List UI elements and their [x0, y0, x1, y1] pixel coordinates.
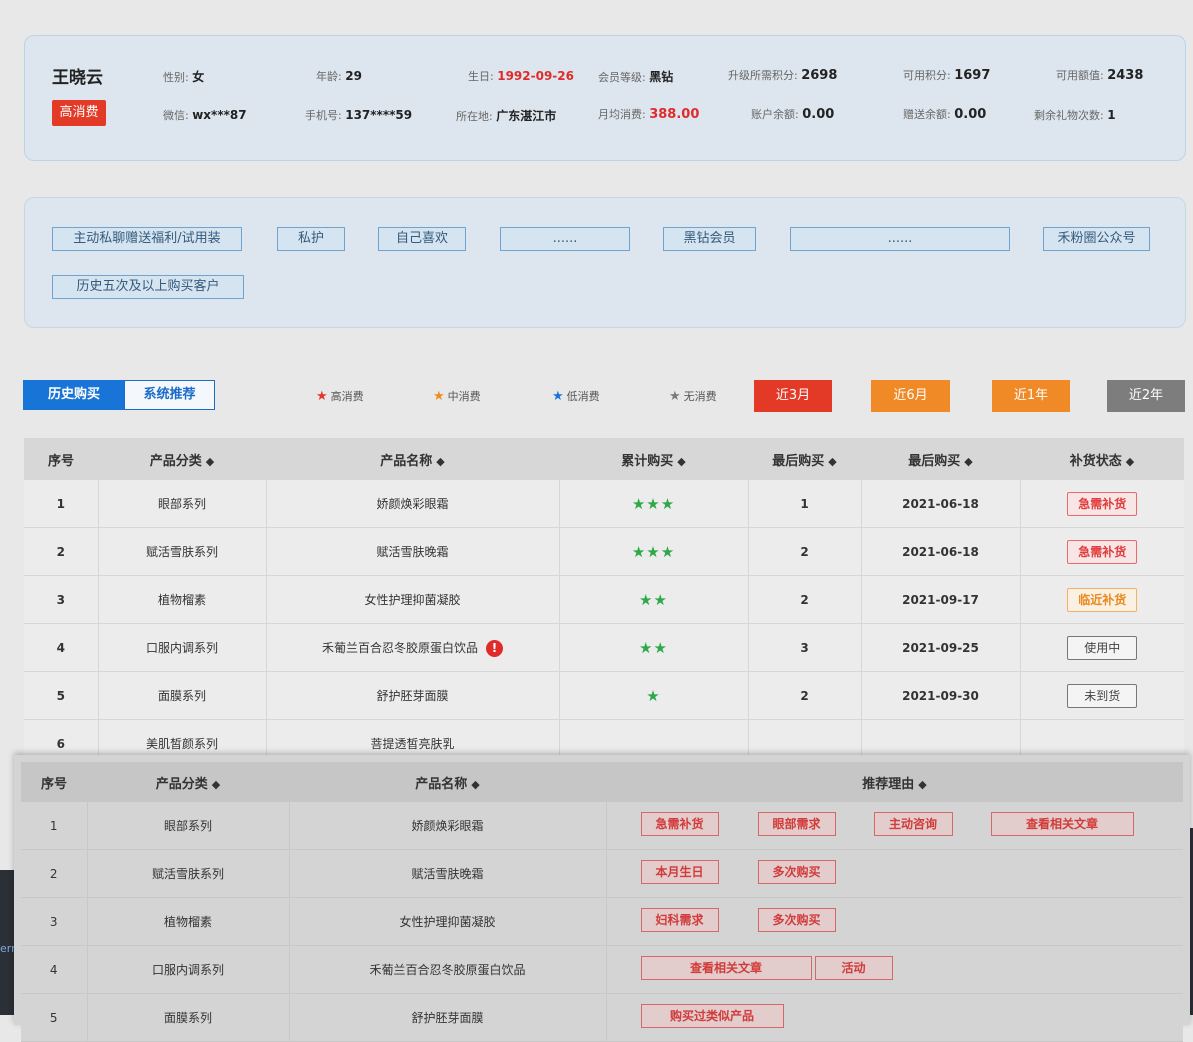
table-row[interactable]: 2 赋活雪肤系列 赋活雪肤晚霜 ★★★ 2 2021-06-18 急需补货: [24, 527, 1184, 576]
reason-tag[interactable]: 妇科需求: [640, 908, 719, 932]
sort-icon[interactable]: ◆: [828, 455, 836, 468]
reason-tag[interactable]: 多次购买: [757, 860, 836, 884]
col-header-category[interactable]: 产品分类 ◆: [98, 438, 266, 480]
reason-tag[interactable]: 查看相关文章: [640, 956, 812, 980]
reason-tag[interactable]: 本月生日: [640, 860, 719, 884]
rating-stars: ★★: [639, 590, 668, 609]
consumption-level-badge: 高消费: [52, 100, 106, 126]
restock-status-badge[interactable]: 临近补货: [1067, 587, 1138, 612]
gifts-left-field: 剩余礼物次数: 1: [1034, 108, 1116, 122]
location-field: 所在地: 广东湛江市: [456, 109, 557, 123]
tag-item[interactable]: 黑钻会员: [663, 227, 756, 251]
available-amount-field: 可用额值: 2438: [1056, 68, 1144, 83]
member-level-field: 会员等级: 黑钻: [598, 70, 674, 84]
reason-tag[interactable]: 多次购买: [757, 908, 836, 932]
phone-field: 手机号: 137****59: [305, 108, 413, 122]
reason-tag[interactable]: 购买过类似产品: [640, 1004, 784, 1028]
tag-item[interactable]: 主动私聊赠送福利/试用装: [52, 227, 242, 251]
gift-balance-field: 赠送余额: 0.00: [903, 107, 987, 122]
birthday-field: 生日: 1992-09-26: [468, 69, 574, 83]
reason-tag[interactable]: 眼部需求: [757, 812, 836, 836]
restock-status-badge[interactable]: 使用中: [1067, 635, 1138, 660]
table-row[interactable]: 1 眼部系列 娇颜焕彩眼霜 急需补货 眼部需求 主动咨询 查看相关文章: [21, 802, 1183, 850]
customer-name: 王晓云: [52, 68, 103, 88]
table-row[interactable]: 3 植物榴素 女性护理抑菌凝胶 妇科需求 多次购买: [21, 897, 1183, 946]
col-header-last-purchase-count[interactable]: 最后购买 ◆: [748, 438, 861, 480]
tab-history-purchase[interactable]: 历史购买: [23, 380, 125, 410]
range-2-years-button[interactable]: 近2年: [1107, 380, 1185, 412]
col-header-index: 序号: [24, 438, 98, 480]
recommendation-table: 序号 产品分类 ◆ 产品名称 ◆ 推荐理由 ◆ 1 眼部系列 娇颜焕彩眼霜 急需补货 …: [21, 762, 1183, 1042]
customer-profile-card: 王晓云 高消费 性别: 女 年龄: 29 生日: 1992-09-26 会员等级…: [24, 35, 1186, 161]
restock-status-badge[interactable]: 未到货: [1067, 683, 1138, 708]
table-row[interactable]: 4 口服内调系列 禾葡兰百合忍冬胶原蛋白饮品 查看相关文章 活动: [21, 945, 1183, 994]
tag-item[interactable]: 历史五次及以上购买客户: [52, 275, 244, 299]
col-header-index: 序号: [21, 762, 87, 802]
wechat-field: 微信: wx***87: [163, 108, 247, 122]
sort-icon[interactable]: ◆: [964, 455, 972, 468]
sort-icon[interactable]: ◆: [436, 455, 444, 468]
col-header-reason[interactable]: 推荐理由 ◆: [606, 762, 1183, 802]
available-points-field: 可用积分: 1697: [903, 68, 991, 83]
col-header-product-name[interactable]: 产品名称 ◆: [289, 762, 606, 802]
star-icon: ★: [433, 389, 445, 404]
col-header-last-purchase-date[interactable]: 最后购买 ◆: [861, 438, 1020, 480]
tab-system-recommend[interactable]: 系统推荐: [124, 380, 215, 410]
col-header-total-purchases[interactable]: 累计购买 ◆: [559, 438, 748, 480]
rating-stars: ★★★: [631, 542, 676, 561]
rating-stars: ★★: [639, 638, 668, 657]
account-balance-field: 账户余额: 0.00: [751, 107, 835, 122]
col-header-restock-status[interactable]: 补货状态 ◆: [1020, 438, 1184, 480]
restock-status-badge[interactable]: 急需补货: [1067, 491, 1138, 516]
sort-icon[interactable]: ◆: [212, 778, 220, 791]
reason-tag[interactable]: 活动: [814, 956, 893, 980]
rating-stars: ★★★: [631, 494, 676, 513]
table-row[interactable]: 1 眼部系列 娇颜焕彩眼霜 ★★★ 1 2021-06-18 急需补货: [24, 480, 1184, 528]
reason-tag[interactable]: 查看相关文章: [990, 812, 1134, 836]
purchase-history-table: 序号 产品分类 ◆ 产品名称 ◆ 累计购买 ◆ 最后购买 ◆ 最后购买 ◆ 补货状态 ◆ 1…: [24, 438, 1184, 768]
alert-icon[interactable]: !: [486, 639, 503, 657]
range-6-months-button[interactable]: 近6月: [871, 380, 950, 412]
legend-low: ★ 低消费: [552, 389, 600, 404]
reason-tag[interactable]: 急需补货: [640, 812, 719, 836]
sort-icon[interactable]: ◆: [918, 778, 926, 791]
table-row[interactable]: 3 植物榴素 女性护理抑菌凝胶 ★★ 2 2021-09-17 临近补货: [24, 575, 1184, 624]
age-field: 年龄: 29: [316, 69, 362, 83]
table-row[interactable]: 4 口服内调系列 禾葡兰百合忍冬胶原蛋白饮品! ★★ 3 2021-09-25 …: [24, 623, 1184, 672]
legend-none: ★ 无消费: [669, 389, 717, 404]
col-header-product-name[interactable]: 产品名称 ◆: [266, 438, 559, 480]
star-icon: ★: [316, 389, 328, 404]
range-1-year-button[interactable]: 近1年: [992, 380, 1070, 412]
col-header-category[interactable]: 产品分类 ◆: [87, 762, 289, 802]
sort-icon[interactable]: ◆: [206, 455, 214, 468]
tag-item[interactable]: 私护: [277, 227, 345, 251]
gender-field: 性别: 女: [163, 70, 205, 84]
range-3-months-button[interactable]: 近3月: [754, 380, 832, 412]
sort-icon[interactable]: ◆: [471, 778, 479, 791]
tag-item[interactable]: ......: [790, 227, 1010, 251]
table-row[interactable]: 5 面膜系列 舒护胚芽面膜 ★ 2 2021-09-30 未到货: [24, 671, 1184, 720]
table-row[interactable]: 2 赋活雪肤系列 赋活雪肤晚霜 本月生日 多次购买: [21, 849, 1183, 898]
rating-stars: ★: [646, 686, 661, 705]
customer-tags-card: 主动私聊赠送福利/试用装 私护 自己喜欢 ...... 黑钻会员 ...... …: [24, 197, 1186, 328]
tag-item[interactable]: ......: [500, 227, 630, 251]
star-icon: ★: [669, 389, 681, 404]
upgrade-points-field: 升级所需积分: 2698: [728, 68, 838, 83]
tag-item[interactable]: 禾粉圈公众号: [1043, 227, 1150, 251]
sort-icon[interactable]: ◆: [1126, 455, 1134, 468]
monthly-spend-field: 月均消费: 388.00: [598, 107, 700, 122]
restock-status-badge[interactable]: 急需补货: [1067, 539, 1138, 564]
table-row[interactable]: 5 面膜系列 舒护胚芽面膜 购买过类似产品: [21, 993, 1183, 1042]
legend-mid: ★ 中消费: [433, 389, 481, 404]
recommendation-panel: 序号 产品分类 ◆ 产品名称 ◆ 推荐理由 ◆ 1 眼部系列 娇颜焕彩眼霜 急需补货 …: [14, 755, 1190, 1042]
star-icon: ★: [552, 389, 564, 404]
legend-high: ★ 高消费: [316, 389, 364, 404]
sort-icon[interactable]: ◆: [677, 455, 685, 468]
tag-item[interactable]: 自己喜欢: [378, 227, 466, 251]
reason-tag[interactable]: 主动咨询: [873, 812, 953, 836]
